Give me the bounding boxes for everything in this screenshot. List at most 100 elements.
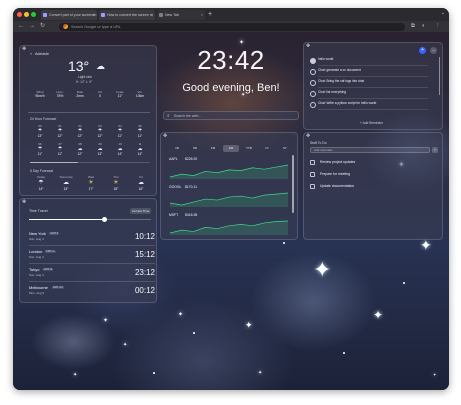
tab-new-tab[interactable]: New Tab × [157,10,205,20]
timezone-time: 23:12 [134,268,155,277]
stocks-scrollbar[interactable] [292,155,294,213]
weather-stat: UV 0 [97,90,103,98]
stock-row[interactable]: GOOGL $170.11 [169,183,289,209]
tab-close-icon[interactable]: × [201,10,203,20]
sun-icon: ☀ [88,180,94,186]
star-sparkle: ✦ [178,312,184,318]
timezone-row[interactable]: London GMT+1 Sun, Aug 4 15:12 [29,247,155,264]
hourly-title: 24 Hour Forecast [30,117,57,121]
reminder-text: Chat: list everything [318,90,346,94]
web-search-input[interactable]: ⌕ Search the web... [163,111,299,120]
divider [318,109,428,110]
drag-handle-icon[interactable]: ✥ [22,200,26,205]
add-task-button[interactable]: › [432,147,438,153]
range-tab[interactable]: 1Y [259,145,275,152]
reminder-checkbox[interactable] [310,91,316,97]
hourly-temp: 11° [57,152,63,156]
add-reminder-icon[interactable]: + [419,47,426,54]
reminder-item[interactable]: Chat: Write a python script for hello wo… [310,101,436,111]
range-tab[interactable]: 1M [205,145,221,152]
tab-close-icon[interactable]: × [151,10,153,20]
hourly-item: 07 ☂ 11° [53,142,67,156]
current-time-button[interactable]: Current Time [130,208,152,214]
reminder-checkbox[interactable] [310,102,316,108]
tab-screen-record[interactable]: How to convert the screen re × [99,10,155,20]
omnibox-placeholder: Search Google or type a URL [71,24,121,29]
tab-search-chevron-icon[interactable]: ⌄ [441,10,445,16]
reload-icon[interactable]: ↻ [40,22,45,31]
stock-symbol: GOOGL [169,185,182,189]
close-window-button[interactable] [17,12,22,17]
weather-stat: Hum. 78% [56,90,64,98]
divider [29,245,155,246]
todo-checkbox[interactable] [310,160,315,165]
todo-item[interactable]: Prepare for meeting [310,171,428,180]
reminder-checkbox[interactable] [310,80,316,86]
hourly-scroll-thumb[interactable] [30,162,78,163]
extensions-icon[interactable]: ⧉ [411,22,415,31]
todo-checkbox[interactable] [310,184,315,189]
daily-temp: 16° [138,187,144,191]
reminder-item[interactable]: Chat: list everything [310,90,436,100]
todo-item[interactable]: Review project updates [310,159,428,168]
todo-item[interactable]: Update documentation [310,183,428,192]
omnibox[interactable]: Search Google or type a URL [59,22,405,31]
range-tab[interactable]: YTD [241,145,257,152]
star-dot [153,372,155,374]
todo-text: Review project updates [320,160,356,164]
tab-screenshot[interactable]: Convert part of your screensh × [41,10,97,20]
reminder-item[interactable]: hello world [310,57,436,67]
range-tab[interactable]: 6M [223,145,239,152]
reminder-checkbox[interactable] [310,69,316,75]
timezone-row[interactable]: Tokyo GMT+9 Sun, Aug 4 23:12 [29,265,155,282]
add-reminder-link[interactable]: + Add Reminder [360,121,383,125]
stock-sparkline [169,192,289,207]
back-arrow-icon[interactable]: ← [18,22,24,31]
drag-handle-icon[interactable]: ✥ [163,134,167,139]
minimize-window-button[interactable] [24,12,29,17]
drag-handle-icon[interactable]: ✥ [306,44,310,49]
hourly-item: 00 ☂ 13° [33,124,47,138]
tab-close-icon[interactable]: × [93,10,95,20]
star-dot [283,242,285,244]
todo-checkbox[interactable] [310,172,315,177]
daily-item: Wed ☀ 17° [80,175,102,191]
forward-arrow-icon[interactable]: → [29,22,35,31]
reminders-scrollbar[interactable] [439,57,440,95]
profile-icon[interactable]: ◐ [422,22,425,31]
stock-row[interactable]: AAPL $226.92 [169,155,289,181]
browser-window: Convert part of your screensh × How to c… [13,8,449,390]
time-slider-track[interactable] [29,217,151,222]
todo-title: Stuff To Do [310,141,327,145]
divider [318,98,428,99]
timezone-row[interactable]: New York GMT-4 Sun, Aug 4 10:12 [29,229,155,246]
range-tab[interactable]: 5D [187,145,203,152]
hourly-item: 09 ☁ 13° [93,142,107,156]
hourly-item: 10 ☁ 14° [113,142,127,156]
stock-row[interactable]: MSFT $418.35 [169,211,289,237]
maximize-window-button[interactable] [31,12,36,17]
search-placeholder: Search the web... [174,114,202,118]
timezone-city: Melbourne [29,285,48,290]
timezone-row[interactable]: Melbourne GMT+10 Mon, Aug 5 00:12 [29,283,155,300]
menu-icon[interactable]: ⋮ [435,22,441,31]
new-task-input[interactable]: Add new task... [310,147,430,153]
timezone-time: 15:12 [134,250,155,259]
range-tab[interactable]: 5Y [277,145,293,152]
drag-handle-icon[interactable]: ✥ [22,47,26,52]
weather-stat: Wind 9km/h [35,90,45,98]
weather-location: Adelaide [35,52,49,56]
daily-temp: 18° [113,187,119,191]
drag-handle-icon[interactable]: ✥ [306,134,310,139]
time-slider-thumb[interactable] [102,217,108,222]
star-dot [403,282,405,284]
range-tab[interactable]: 1D [169,145,185,152]
reminder-item[interactable]: Chat: Bring the cat logs into chat [310,79,436,89]
hourly-scrollbar[interactable] [30,162,150,163]
new-tab-button[interactable]: + [208,10,212,19]
reminder-item[interactable]: Chat: generate a cv document [310,68,436,78]
more-icon[interactable]: ⋯ [430,47,437,54]
reminder-checkbox[interactable] [310,58,316,64]
timezone-city: London [29,249,43,254]
reminders-widget: ✥ + ⋯ hello world Chat: generate a cv doc… [303,42,443,130]
